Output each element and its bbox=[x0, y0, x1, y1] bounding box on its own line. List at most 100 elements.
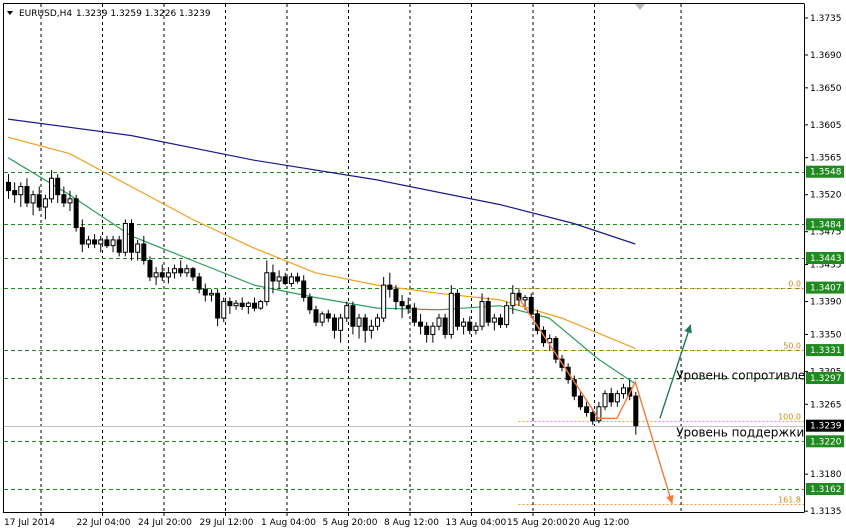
candle-body bbox=[184, 268, 190, 274]
symbol-label: EURUSD,H4 bbox=[19, 9, 72, 19]
candle-body bbox=[498, 317, 503, 326]
candle-body bbox=[104, 239, 110, 247]
candle-body bbox=[430, 325, 436, 335]
candle-body bbox=[461, 321, 467, 327]
chart-annotation: Уровень поддержки bbox=[676, 425, 804, 439]
candle-body bbox=[344, 305, 350, 319]
ohlc-label: 1.3239 1.3259 1.3226 1.3239 bbox=[76, 9, 211, 19]
candle-body bbox=[602, 393, 608, 408]
y-tick-label: 1.3735 bbox=[810, 14, 842, 24]
candle-body bbox=[67, 198, 73, 204]
candle-body bbox=[454, 292, 460, 327]
y-tick-label: 1.3350 bbox=[810, 330, 842, 340]
fibonacci-level-label: 161.8 bbox=[778, 496, 801, 505]
candle-body bbox=[325, 313, 331, 319]
candle-body bbox=[141, 243, 147, 261]
candle-body bbox=[405, 305, 411, 309]
candle-body bbox=[36, 194, 42, 208]
level-price-label: 1.3162 bbox=[810, 485, 842, 495]
candle-body bbox=[399, 301, 405, 307]
candle-body bbox=[584, 406, 590, 414]
chart-background bbox=[0, 0, 846, 530]
candle-body bbox=[522, 296, 528, 301]
candle-body bbox=[55, 177, 61, 196]
y-tick-label: 1.3605 bbox=[810, 121, 842, 131]
candle-body bbox=[190, 268, 196, 278]
y-tick-label: 1.3520 bbox=[810, 191, 842, 201]
candle-body bbox=[485, 301, 491, 323]
candle-body bbox=[233, 302, 239, 307]
candle-body bbox=[621, 387, 626, 395]
x-tick-label: 17 Jul 2014 bbox=[4, 518, 55, 528]
candle-body bbox=[362, 317, 368, 331]
candle-body bbox=[479, 301, 485, 327]
candle-body bbox=[178, 268, 184, 274]
candle-body bbox=[276, 276, 282, 282]
candle-body bbox=[215, 292, 221, 319]
candle-body bbox=[504, 305, 510, 326]
candle-body bbox=[368, 325, 374, 331]
y-tick-label: 1.3180 bbox=[810, 470, 842, 480]
x-tick-label: 15 Aug 20:00 bbox=[507, 518, 568, 528]
y-tick-label: 1.3390 bbox=[810, 298, 842, 308]
x-tick-label: 24 Jul 20:00 bbox=[138, 518, 192, 528]
candle-body bbox=[338, 317, 344, 331]
candle-body bbox=[135, 243, 141, 253]
candle-body bbox=[92, 239, 98, 245]
candle-body bbox=[165, 272, 171, 278]
candle-body bbox=[331, 317, 337, 331]
candle-body bbox=[288, 276, 294, 284]
candle-body bbox=[98, 239, 104, 245]
x-tick-label: 22 Jul 04:00 bbox=[77, 518, 131, 528]
candle-body bbox=[590, 412, 596, 422]
candle-body bbox=[264, 272, 270, 303]
level-price-label: 1.3407 bbox=[810, 284, 842, 294]
candle-body bbox=[282, 276, 288, 284]
candle-body bbox=[270, 272, 276, 282]
candle-body bbox=[122, 222, 128, 253]
candle-body bbox=[24, 185, 30, 204]
candle-body bbox=[350, 305, 356, 327]
candle-body bbox=[633, 395, 639, 427]
x-tick-label: 29 Jul 12:00 bbox=[200, 518, 254, 528]
x-tick-label: 5 Aug 20:00 bbox=[323, 518, 378, 528]
y-tick-label: 1.3565 bbox=[810, 154, 842, 164]
candle-body bbox=[467, 321, 473, 331]
y-tick-label: 1.3135 bbox=[810, 507, 842, 517]
candle-body bbox=[42, 198, 48, 208]
level-price-label: 1.3548 bbox=[810, 168, 842, 178]
x-tick-label: 8 Aug 12:00 bbox=[384, 518, 439, 528]
candle-body bbox=[196, 276, 202, 290]
y-tick-label: 1.3650 bbox=[810, 84, 842, 94]
candle-body bbox=[313, 309, 319, 323]
candle-body bbox=[227, 301, 233, 307]
candle-body bbox=[510, 292, 516, 307]
candle-body bbox=[12, 190, 18, 196]
candle-body bbox=[6, 181, 11, 192]
current-price-label: 1.3239 bbox=[810, 422, 842, 432]
candle-body bbox=[448, 292, 454, 335]
candle-body bbox=[381, 284, 387, 319]
candle-body bbox=[239, 302, 245, 307]
candle-body bbox=[528, 296, 534, 315]
candle-body bbox=[301, 280, 307, 298]
candle-body bbox=[73, 198, 79, 229]
candle-body bbox=[307, 296, 313, 311]
fibonacci-level-label: 100.0 bbox=[778, 413, 801, 422]
candle-body bbox=[116, 239, 122, 253]
x-tick-label: 13 Aug 04:00 bbox=[446, 518, 507, 528]
candle-body bbox=[473, 325, 479, 331]
candle-body bbox=[295, 276, 301, 282]
candle-body bbox=[356, 317, 362, 327]
level-price-label: 1.3297 bbox=[810, 374, 842, 384]
candle-body bbox=[85, 239, 91, 245]
candle-body bbox=[258, 301, 264, 309]
level-price-label: 1.3443 bbox=[810, 254, 842, 264]
candle-body bbox=[436, 317, 442, 327]
candle-body bbox=[153, 272, 159, 278]
candle-body bbox=[147, 259, 153, 278]
candle-body bbox=[614, 393, 620, 403]
candle-body bbox=[491, 317, 497, 323]
level-price-label: 1.3484 bbox=[810, 220, 842, 230]
candle-body bbox=[393, 288, 399, 303]
